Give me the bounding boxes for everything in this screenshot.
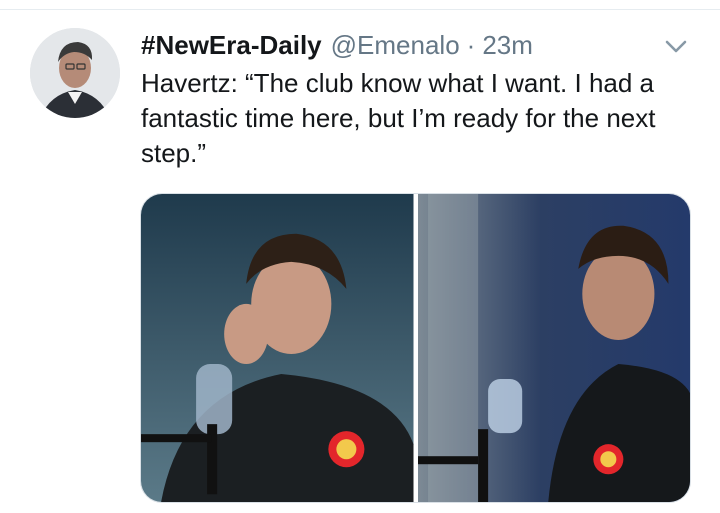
top-divider [0, 9, 720, 10]
tweet-menu-button[interactable] [662, 34, 690, 58]
avatar-image [30, 28, 120, 118]
chevron-down-icon [665, 40, 687, 53]
display-name[interactable]: #NewEra-Daily [141, 30, 322, 61]
separator: · [466, 29, 476, 60]
photo-left[interactable] [141, 194, 414, 502]
tweet-header: #NewEra-Daily @Emenalo · 23m [141, 28, 533, 62]
timestamp[interactable]: 23m [482, 30, 533, 61]
avatar[interactable] [30, 28, 120, 118]
media-grid[interactable] [140, 193, 691, 503]
photo-right[interactable] [417, 194, 691, 502]
user-handle[interactable]: @Emenalo [331, 30, 460, 61]
tweet-text: Havertz: “The club know what I want. I h… [141, 68, 656, 168]
